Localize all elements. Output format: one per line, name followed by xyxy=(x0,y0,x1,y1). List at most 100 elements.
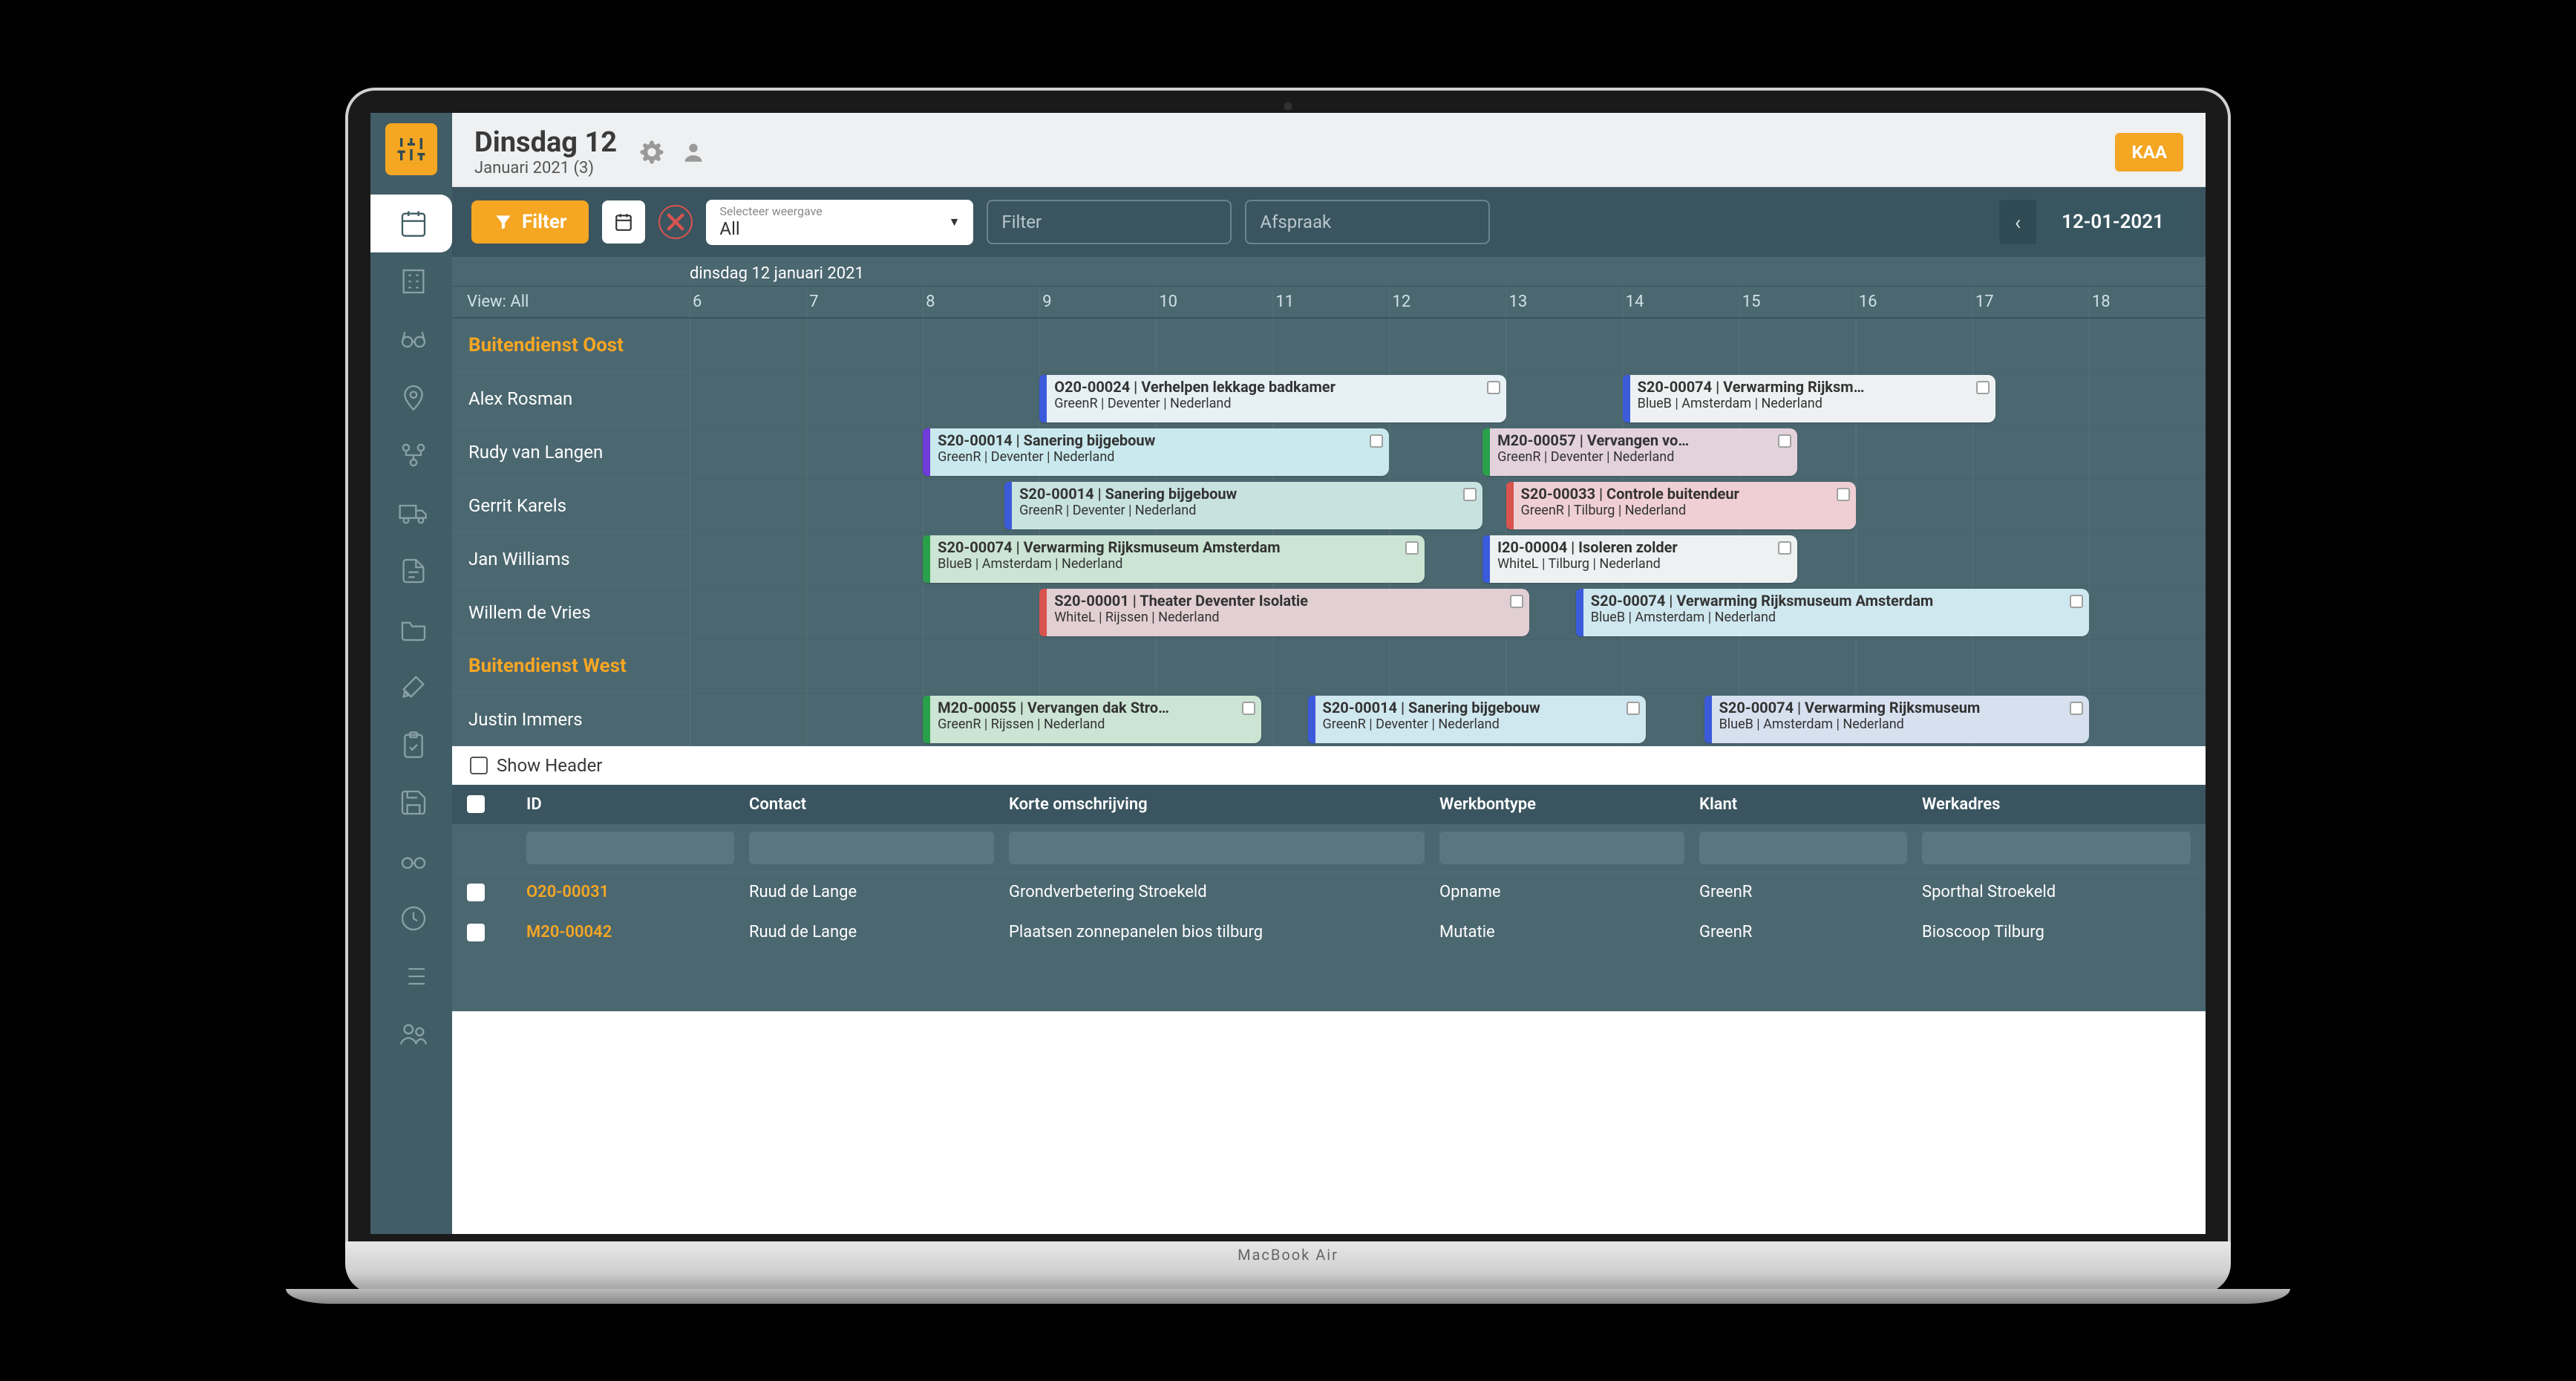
table-row[interactable]: O20-00031Ruud de LangeGrondverbetering S… xyxy=(452,872,2206,912)
task-subtitle: GreenR | Deventer | Nederland xyxy=(1497,449,1775,465)
task-subtitle: GreenR | Deventer | Nederland xyxy=(1054,396,1483,411)
task-checkbox[interactable] xyxy=(1370,434,1383,448)
app-root: Dinsdag 12 Januari 2021 (3) KAA Filter xyxy=(370,113,2206,1234)
calendar-button[interactable] xyxy=(602,200,645,244)
show-header-checkbox[interactable] xyxy=(470,757,488,774)
filter-button[interactable]: Filter xyxy=(471,200,589,244)
nav-users[interactable] xyxy=(370,1005,452,1063)
task-checkbox[interactable] xyxy=(2070,702,2083,715)
view-select-value: All xyxy=(719,218,960,239)
filter-input[interactable]: Filter xyxy=(987,200,1232,244)
task-checkbox[interactable] xyxy=(1778,541,1791,555)
scheduler-task[interactable]: O20-00024 | Verhelpen lekkage badkamerGr… xyxy=(1039,375,1506,422)
kaart-button[interactable]: KAA xyxy=(2115,133,2183,172)
nav-glasses[interactable] xyxy=(370,310,452,368)
filter-addr[interactable] xyxy=(1922,832,2191,864)
save-icon xyxy=(399,788,428,817)
scheduler-task[interactable]: M20-00055 | Vervangen dak Stro…GreenR | … xyxy=(923,696,1261,743)
nav-truck[interactable] xyxy=(370,484,452,542)
task-checkbox[interactable] xyxy=(2070,595,2083,608)
filter-klant[interactable] xyxy=(1699,832,1907,864)
row-checkbox[interactable] xyxy=(467,924,485,941)
scheduler-task[interactable]: I20-00004 | Isoleren zolderWhiteL | Tilb… xyxy=(1482,535,1797,583)
nav-glasses2[interactable] xyxy=(370,832,452,889)
scheduler-task[interactable]: S20-00033 | Controle buitendeurGreenR | … xyxy=(1506,482,1856,529)
th-id[interactable]: ID xyxy=(526,795,734,814)
view-select[interactable]: Selecteer weergave All ▼ xyxy=(706,200,973,245)
nav-folder[interactable] xyxy=(370,600,452,658)
scheduler-task[interactable]: S20-00074 | Verwarming Rijksmuseum Amste… xyxy=(923,535,1424,583)
clear-button[interactable] xyxy=(658,205,693,239)
calendar-small-icon xyxy=(614,212,633,232)
task-title: S20-00014 | Sanering bijgebouw xyxy=(1019,485,1460,503)
nav-clock[interactable] xyxy=(370,889,452,947)
th-addr[interactable]: Werkadres xyxy=(1922,795,2191,814)
afspraak-input[interactable]: Afspraak xyxy=(1245,200,1490,244)
task-subtitle: BlueB | Amsterdam | Nederland xyxy=(1719,716,2067,732)
scheduler-date-label: dinsdag 12 januari 2021 xyxy=(690,257,2206,286)
th-type[interactable]: Werkbontype xyxy=(1439,795,1684,814)
chevron-down-icon: ▼ xyxy=(949,215,961,229)
filter-desc[interactable] xyxy=(1009,832,1425,864)
table-footer-space xyxy=(452,952,2206,1011)
scheduler-task[interactable]: S20-00014 | Sanering bijgebouwGreenR | D… xyxy=(1308,696,1647,743)
scheduler-task[interactable]: M20-00057 | Vervangen vo…GreenR | Devent… xyxy=(1482,428,1797,476)
truck-icon xyxy=(399,498,428,528)
task-checkbox[interactable] xyxy=(1463,488,1477,501)
cell-desc: Plaatsen zonnepanelen bios tilburg xyxy=(1009,923,1425,941)
hour-cell: 11 xyxy=(1272,287,1389,317)
clipboard-icon xyxy=(399,730,428,760)
task-checkbox[interactable] xyxy=(1405,541,1419,555)
filter-id[interactable] xyxy=(526,832,734,864)
scheduler-task[interactable]: S20-00074 | Verwarming RijksmuseumBlueB … xyxy=(1704,696,2089,743)
timeline-row: O20-00024 | Verhelpen lekkage badkamerGr… xyxy=(690,372,2206,425)
th-desc[interactable]: Korte omschrijving xyxy=(1009,795,1425,814)
scheduler-task[interactable]: S20-00014 | Sanering bijgebouwGreenR | D… xyxy=(1004,482,1482,529)
show-header-toggle[interactable]: Show Header xyxy=(452,746,2206,785)
task-subtitle: BlueB | Amsterdam | Nederland xyxy=(1638,396,1974,411)
nav-pin[interactable] xyxy=(370,368,452,426)
task-checkbox[interactable] xyxy=(1778,434,1791,448)
task-checkbox[interactable] xyxy=(1976,381,1990,394)
nav-building[interactable] xyxy=(370,252,452,310)
nav-tools[interactable] xyxy=(370,658,452,716)
filter-contact[interactable] xyxy=(749,832,994,864)
task-checkbox[interactable] xyxy=(1510,595,1523,608)
task-subtitle: GreenR | Rijssen | Nederland xyxy=(938,716,1239,732)
scheduler-task[interactable]: S20-00074 | Verwarming Rijksmuseum Amste… xyxy=(1576,589,2089,636)
nav-file[interactable] xyxy=(370,542,452,600)
close-icon xyxy=(660,206,691,238)
app-logo[interactable] xyxy=(385,123,437,175)
page-subtitle: Januari 2021 (3) xyxy=(474,159,617,177)
filter-type[interactable] xyxy=(1439,832,1684,864)
user-icon[interactable] xyxy=(681,140,706,165)
hour-cell: 12 xyxy=(1389,287,1506,317)
gear-icon[interactable] xyxy=(639,140,664,165)
table-row[interactable]: M20-00042Ruud de LangePlaatsen zonnepane… xyxy=(452,912,2206,952)
task-title: S20-00074 | Verwarming Rijksm… xyxy=(1638,378,1974,396)
scheduler-task[interactable]: S20-00074 | Verwarming Rijksm…BlueB | Am… xyxy=(1623,375,1996,422)
view-select-label: Selecteer weergave xyxy=(719,204,960,218)
task-checkbox[interactable] xyxy=(1487,381,1500,394)
task-subtitle: GreenR | Tilburg | Nederland xyxy=(1521,503,1834,518)
task-checkbox[interactable] xyxy=(1837,488,1850,501)
nav-list[interactable] xyxy=(370,947,452,1005)
task-title: S20-00033 | Controle buitendeur xyxy=(1521,485,1834,503)
task-title: S20-00074 | Verwarming Rijksmuseum xyxy=(1719,699,2067,716)
scheduler-task[interactable]: S20-00001 | Theater Deventer IsolatieWhi… xyxy=(1039,589,1529,636)
date-prev-button[interactable]: ‹ xyxy=(1999,200,2036,244)
row-checkbox[interactable] xyxy=(467,884,485,901)
nav-flow[interactable] xyxy=(370,426,452,484)
timeline-row: S20-00014 | Sanering bijgebouwGreenR | D… xyxy=(690,479,2206,532)
th-klant[interactable]: Klant xyxy=(1699,795,1907,814)
task-checkbox[interactable] xyxy=(1242,702,1255,715)
select-all-checkbox[interactable] xyxy=(467,795,485,813)
nav-calendar[interactable] xyxy=(370,195,452,252)
task-checkbox[interactable] xyxy=(1627,702,1640,715)
scheduler-timeline: O20-00024 | Verhelpen lekkage badkamerGr… xyxy=(690,319,2206,746)
glasses-icon xyxy=(399,324,428,354)
nav-save[interactable] xyxy=(370,774,452,832)
th-contact[interactable]: Contact xyxy=(749,795,994,814)
scheduler-task[interactable]: S20-00014 | Sanering bijgebouwGreenR | D… xyxy=(923,428,1389,476)
nav-clipboard[interactable] xyxy=(370,716,452,774)
